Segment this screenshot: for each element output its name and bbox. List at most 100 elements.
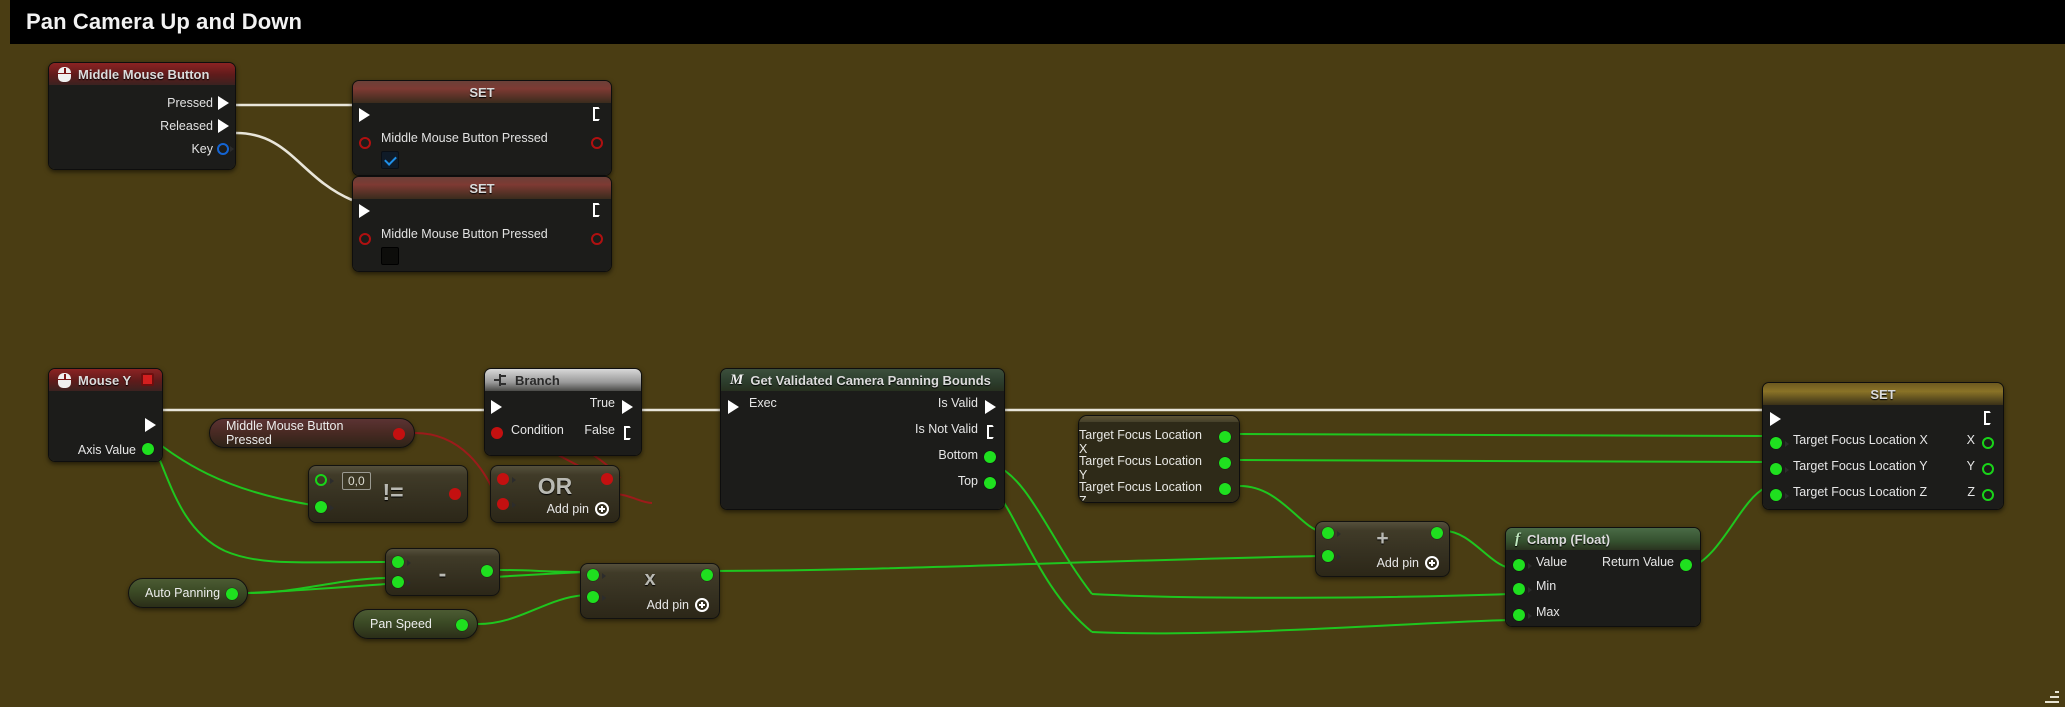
- node-event-middle-mouse-button[interactable]: Middle Mouse Button Pressed Released Key: [48, 62, 236, 170]
- plus-icon[interactable]: [595, 502, 609, 516]
- macro-icon: M: [730, 371, 744, 388]
- set-y-out-pin[interactable]: [1982, 463, 1994, 475]
- pin-row-key[interactable]: Key: [49, 139, 235, 159]
- mul-in-b-pin[interactable]: [587, 591, 599, 603]
- getter-middle-mouse-button-pressed[interactable]: Middle Mouse Button Pressed: [209, 418, 415, 448]
- set-tfl-z-in-pin[interactable]: [1770, 489, 1782, 501]
- node-header: Branch: [485, 369, 641, 391]
- exec-in-pin[interactable]: [491, 400, 502, 414]
- clamp-return-out-pin[interactable]: [1680, 559, 1692, 571]
- getter-out-pin[interactable]: [393, 428, 405, 440]
- value-in-pin[interactable]: [359, 137, 371, 149]
- mouse-icon: [58, 372, 71, 388]
- stop-icon[interactable]: [141, 373, 154, 386]
- node-branch[interactable]: Branch True Condition False: [484, 368, 642, 456]
- bottom-out-pin[interactable]: [984, 451, 996, 463]
- page-title: Pan Camera Up and Down: [26, 9, 303, 34]
- axis-value-out-pin[interactable]: [142, 443, 154, 455]
- exec-out-pin[interactable]: [145, 418, 156, 432]
- exec-out-pin[interactable]: [593, 203, 603, 217]
- or-out-pin[interactable]: [601, 473, 613, 485]
- getter-out-pin[interactable]: [456, 619, 468, 631]
- set-tfl-y-in-pin[interactable]: [1770, 463, 1782, 475]
- top-out-pin[interactable]: [984, 477, 996, 489]
- node-title: SET: [469, 180, 495, 196]
- set-value-checkbox[interactable]: [381, 151, 399, 169]
- set-value-checkbox[interactable]: [381, 247, 399, 265]
- node-set-mmb-pressed-false[interactable]: SET Middle Mouse Button Pressed: [352, 176, 612, 272]
- pin-label-is-not-valid: Is Not Valid: [915, 422, 978, 436]
- node-set-mmb-pressed-true[interactable]: SET Middle Mouse Button Pressed: [352, 80, 612, 176]
- exec-out-false[interactable]: [624, 426, 634, 440]
- condition-in-pin[interactable]: [491, 427, 503, 439]
- exec-out-pin[interactable]: [1984, 411, 1994, 425]
- node-get-validated-camera-panning-bounds[interactable]: M Get Validated Camera Panning Bounds Ex…: [720, 368, 1005, 510]
- plus-icon[interactable]: [695, 598, 709, 612]
- plus-icon[interactable]: [1425, 556, 1439, 570]
- pin-label-condition: Condition: [511, 423, 564, 437]
- exec-out-is-valid[interactable]: [985, 400, 996, 414]
- node-set-target-focus-location[interactable]: SET Target Focus Location X X Target Foc…: [1762, 382, 2004, 510]
- clamp-value-in-pin[interactable]: [1513, 559, 1525, 571]
- exec-in-pin[interactable]: [1770, 412, 1781, 426]
- pin-label-is-valid: Is Valid: [937, 396, 978, 410]
- set-z-out-pin[interactable]: [1982, 489, 1994, 501]
- sub-out-pin[interactable]: [481, 565, 493, 577]
- exec-in-pin[interactable]: [359, 108, 370, 122]
- node-title: Mouse Y: [78, 372, 132, 388]
- pin-label-key: Key: [191, 142, 213, 156]
- key-out-pin[interactable]: [217, 143, 229, 155]
- exec-out-true[interactable]: [622, 400, 633, 414]
- node-event-mouse-y[interactable]: Mouse Y Axis Value: [48, 368, 163, 462]
- add-in-b-pin[interactable]: [1322, 550, 1334, 562]
- node-multiply[interactable]: x Add pin: [580, 563, 720, 619]
- branch-icon: [494, 373, 508, 387]
- exec-out-released[interactable]: [218, 119, 229, 133]
- clamp-min-in-pin[interactable]: [1513, 583, 1525, 595]
- tfl-y-out-pin[interactable]: [1219, 457, 1231, 469]
- set-tfl-x-in-pin[interactable]: [1770, 437, 1782, 449]
- value-out-pin[interactable]: [591, 137, 603, 149]
- window-titlebar: Pan Camera Up and Down: [10, 0, 2065, 44]
- exec-in-pin[interactable]: [728, 400, 739, 414]
- value-in-pin[interactable]: [359, 233, 371, 245]
- pin-row-released[interactable]: Released: [49, 116, 235, 136]
- or-add-pin[interactable]: Add pin: [547, 502, 609, 516]
- mouse-icon: [58, 66, 71, 82]
- node-header: SET: [353, 177, 611, 199]
- tfl-z-out-pin[interactable]: [1219, 483, 1231, 495]
- node-clamp-float[interactable]: f Clamp (Float) Value Return Value Min M…: [1505, 527, 1701, 627]
- node-title: Get Validated Camera Panning Bounds: [750, 372, 991, 388]
- exec-in-pin[interactable]: [359, 204, 370, 218]
- clamp-max-in-pin[interactable]: [1513, 609, 1525, 621]
- pin-arrow: [512, 502, 516, 508]
- exec-out-pressed[interactable]: [218, 96, 229, 110]
- tfl-x-out-pin[interactable]: [1219, 431, 1231, 443]
- node-header: SET: [1763, 383, 2003, 405]
- node-or[interactable]: OR Add pin: [490, 465, 620, 523]
- mul-out-pin[interactable]: [701, 569, 713, 581]
- getter-auto-panning[interactable]: Auto Panning: [128, 578, 248, 608]
- node-subtract[interactable]: -: [385, 548, 500, 596]
- getter-pan-speed[interactable]: Pan Speed: [353, 609, 478, 639]
- pin-arrow: [230, 146, 234, 152]
- pin-label-tfl-x: Target Focus Location X: [1793, 433, 1928, 447]
- pin-label-false: False: [584, 423, 615, 437]
- pin-row-pressed[interactable]: Pressed: [49, 93, 235, 113]
- neq-out-pin[interactable]: [449, 488, 461, 500]
- add-add-pin[interactable]: Add pin: [1377, 556, 1439, 570]
- getter-out-pin[interactable]: [226, 588, 238, 600]
- graph-canvas[interactable]: [10, 44, 2056, 707]
- mul-add-pin[interactable]: Add pin: [647, 598, 709, 612]
- exec-out-is-not-valid[interactable]: [987, 425, 997, 439]
- value-out-pin[interactable]: [591, 233, 603, 245]
- node-not-equal[interactable]: 0,0 !=: [308, 465, 468, 523]
- getter-target-focus-location-group[interactable]: Target Focus Location X Target Focus Loc…: [1078, 415, 1240, 503]
- node-title: Branch: [515, 372, 560, 388]
- group-body: Target Focus Location X Target Focus Loc…: [1079, 422, 1239, 502]
- node-add[interactable]: + Add pin: [1315, 521, 1450, 577]
- add-out-pin[interactable]: [1431, 527, 1443, 539]
- resize-grip[interactable]: [2043, 687, 2059, 703]
- set-x-out-pin[interactable]: [1982, 437, 1994, 449]
- exec-out-pin[interactable]: [593, 107, 603, 121]
